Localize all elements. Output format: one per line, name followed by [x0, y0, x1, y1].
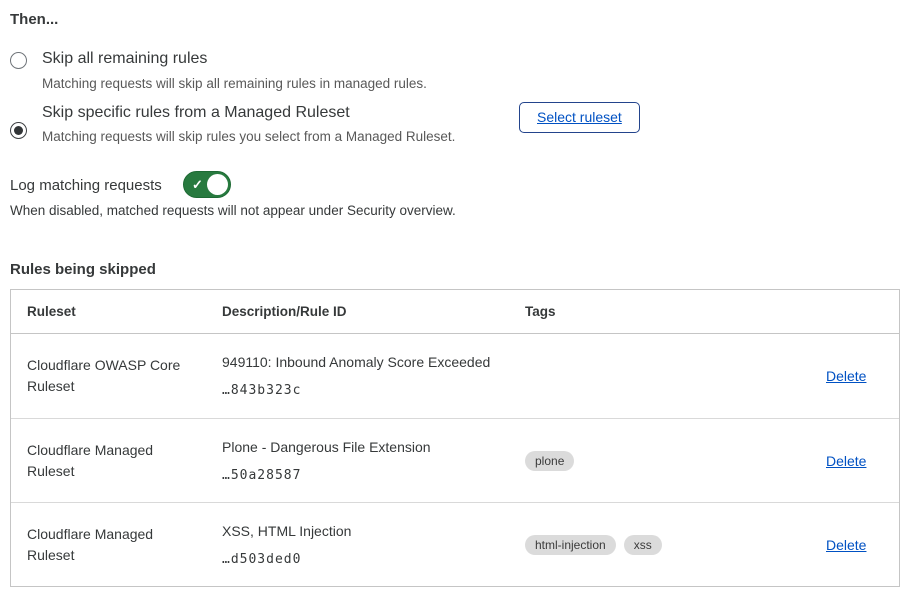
- column-header-description-rule-id: Description/Rule ID: [222, 304, 525, 319]
- rule-description: XSS, HTML Injection: [222, 523, 525, 540]
- delete-link[interactable]: Delete: [826, 537, 866, 553]
- cell-ruleset: Cloudflare Managed Ruleset: [11, 524, 222, 566]
- delete-link[interactable]: Delete: [826, 453, 866, 469]
- cell-tags: plone: [525, 451, 780, 471]
- rules-being-skipped-heading: Rules being skipped: [10, 261, 156, 278]
- rule-id: …50a28587: [222, 468, 525, 483]
- rule-description: Plone - Dangerous File Extension: [222, 439, 525, 456]
- cell-actions: Delete: [780, 537, 899, 553]
- cell-description-rule-id: 949110: Inbound Anomaly Score Exceeded ……: [222, 354, 525, 398]
- option-description-skip-specific-rules: Matching requests will skip rules you se…: [42, 128, 455, 146]
- tag-badge: plone: [525, 451, 574, 471]
- cell-ruleset: Cloudflare OWASP Core Ruleset: [11, 355, 222, 397]
- toggle-knob: [207, 174, 228, 195]
- select-ruleset-button[interactable]: Select ruleset: [519, 102, 640, 133]
- table-row: Cloudflare Managed Ruleset XSS, HTML Inj…: [11, 502, 899, 586]
- rules-being-skipped-table: Ruleset Description/Rule ID Tags Cloudfl…: [10, 289, 900, 587]
- cell-tags: html-injection xss: [525, 535, 780, 555]
- log-toggle-description: When disabled, matched requests will not…: [10, 203, 456, 218]
- tag-badge: html-injection: [525, 535, 616, 555]
- then-heading: Then...: [10, 11, 58, 28]
- cell-description-rule-id: Plone - Dangerous File Extension …50a285…: [222, 439, 525, 483]
- radio-skip-specific-rules[interactable]: [10, 122, 27, 139]
- table-row: Cloudflare OWASP Core Ruleset 949110: In…: [11, 334, 899, 418]
- rule-description: 949110: Inbound Anomaly Score Exceeded: [222, 354, 525, 371]
- cell-description-rule-id: XSS, HTML Injection …d503ded0: [222, 523, 525, 567]
- rule-id: …843b323c: [222, 383, 525, 398]
- tag-badge: xss: [624, 535, 662, 555]
- rule-id: …d503ded0: [222, 552, 525, 567]
- delete-link[interactable]: Delete: [826, 368, 866, 384]
- log-matching-requests-toggle[interactable]: ✓: [183, 171, 231, 198]
- cell-actions: Delete: [780, 453, 899, 469]
- cell-actions: Delete: [780, 368, 899, 384]
- log-matching-requests-label: Log matching requests: [10, 177, 162, 194]
- column-header-tags: Tags: [525, 304, 780, 319]
- table-header-row: Ruleset Description/Rule ID Tags: [11, 290, 899, 334]
- cell-ruleset: Cloudflare Managed Ruleset: [11, 440, 222, 482]
- check-icon: ✓: [192, 177, 203, 193]
- radio-skip-all-remaining-rules[interactable]: [10, 52, 27, 69]
- option-label-skip-all-remaining-rules[interactable]: Skip all remaining rules: [42, 50, 207, 68]
- table-row: Cloudflare Managed Ruleset Plone - Dange…: [11, 418, 899, 502]
- option-label-skip-specific-rules[interactable]: Skip specific rules from a Managed Rules…: [42, 104, 350, 122]
- option-description-skip-all-remaining-rules: Matching requests will skip all remainin…: [42, 75, 427, 93]
- column-header-ruleset: Ruleset: [11, 304, 222, 319]
